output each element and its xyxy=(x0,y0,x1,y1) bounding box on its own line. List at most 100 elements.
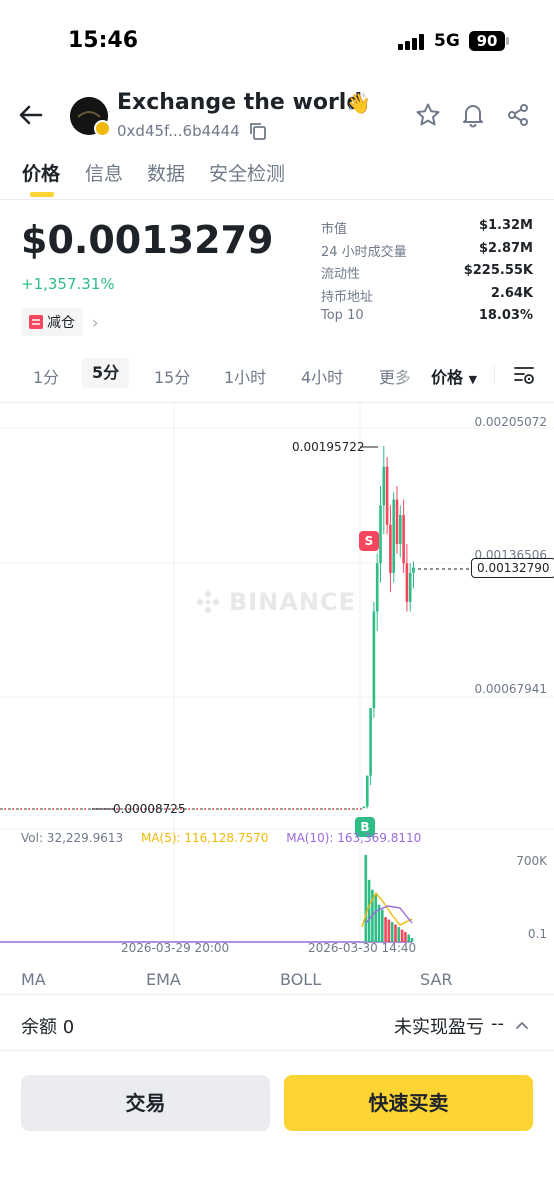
candle-body xyxy=(372,611,376,709)
volume-bar xyxy=(394,924,397,942)
ma5-value: MA(5): 116,128.7570 xyxy=(140,831,269,845)
network-type: 5G xyxy=(434,31,460,51)
candle-body xyxy=(366,775,369,807)
price-chart[interactable]: BINANCE 0.00205072 0.00136506 0.00067941… xyxy=(0,402,554,957)
stat-label: 24 小时成交量 xyxy=(321,244,407,260)
tab-price[interactable]: 价格 xyxy=(22,159,60,186)
waving-hand-icon: 👋 xyxy=(346,91,371,115)
detail-tabs: 价格 信息 数据 安全检测 xyxy=(0,150,554,200)
x-axis-label: 2026-03-30 14:40 xyxy=(308,941,417,955)
indicator-sar[interactable]: SAR xyxy=(420,970,453,989)
indicator-boll[interactable]: BOLL xyxy=(280,970,321,989)
sell-marker[interactable]: S xyxy=(359,531,379,551)
chart-settings-icon[interactable] xyxy=(512,363,536,387)
candle-body xyxy=(412,567,415,573)
stat-row-volume-24h: 24 小时成交量 $2.87M xyxy=(321,241,533,264)
alert-bell-icon[interactable] xyxy=(460,102,486,128)
active-tab-indicator xyxy=(30,192,54,197)
stat-label: Top 10 xyxy=(321,308,364,323)
candle-body xyxy=(375,563,379,612)
balance-label: 余额 0 xyxy=(21,1017,75,1038)
volume-bar xyxy=(387,919,391,942)
volume-bar xyxy=(364,855,368,942)
volume-bar xyxy=(397,927,401,942)
interval-1h[interactable]: 1小时 xyxy=(224,364,266,388)
unrealized-pnl-label: 未实现盈亏 xyxy=(394,1017,484,1038)
stat-row-liquidity: 流动性 $225.55K xyxy=(321,263,533,286)
stat-value: $2.87M xyxy=(478,240,533,256)
binance-watermark: BINANCE xyxy=(193,587,356,617)
low-price-label: 0.00008725 xyxy=(113,802,186,816)
volume-axis-label: 0.1 xyxy=(527,927,547,941)
x-axis-label: 2026-03-29 20:00 xyxy=(121,941,230,955)
volume-bar xyxy=(384,917,387,942)
candle-body xyxy=(399,515,402,544)
interval-5m[interactable]: 5分 xyxy=(82,358,130,388)
stat-value: 18.03% xyxy=(478,308,533,323)
indicator-ma[interactable]: MA xyxy=(21,970,46,989)
balance-row[interactable]: 余额 0 未实现盈亏 -- xyxy=(0,997,554,1051)
candle-body xyxy=(379,505,382,564)
tab-data[interactable]: 数据 xyxy=(147,159,185,186)
candle-body xyxy=(369,708,372,776)
copy-icon[interactable] xyxy=(248,121,268,141)
price-change: +1,357.31% xyxy=(21,275,115,293)
stat-value: 2.64K xyxy=(490,285,533,301)
candle-body xyxy=(405,563,409,602)
stat-row-market-cap: 市值 $1.32M xyxy=(321,218,533,241)
price-type-dropdown[interactable]: 价格 ▼ xyxy=(431,364,477,388)
chevron-right-icon[interactable]: › xyxy=(92,313,98,332)
volume-legend: Vol: 32,229.9613 MA(5): 116,128.7570 MA(… xyxy=(21,831,435,845)
share-icon[interactable] xyxy=(505,102,531,128)
high-price-label: 0.00195722 xyxy=(292,440,365,454)
current-price-tag: 0.00132790 xyxy=(471,558,554,578)
favorite-star-icon[interactable] xyxy=(415,102,441,128)
tab-info[interactable]: 信息 xyxy=(85,159,123,186)
back-arrow-icon[interactable] xyxy=(16,100,46,130)
stat-label: 市值 xyxy=(321,222,348,237)
divider xyxy=(494,365,495,383)
ma10-value: MA(10): 163,369.8110 xyxy=(286,831,422,845)
y-axis-label: 0.00205072 xyxy=(474,415,547,429)
volume-bar xyxy=(390,922,394,942)
stat-value: $225.55K xyxy=(463,263,533,278)
token-header: Exchange the world 👋 0xd45f...6b4444 xyxy=(0,80,554,150)
chart-canvas xyxy=(0,403,554,943)
token-name: Exchange the world xyxy=(117,90,363,115)
tab-security-check[interactable]: 安全检测 xyxy=(209,159,285,186)
reduce-position-label: 减仓 xyxy=(47,315,75,331)
caret-down-icon: ▼ xyxy=(468,373,478,386)
interval-4h[interactable]: 4小时 xyxy=(301,364,343,388)
candle-body xyxy=(402,515,405,564)
quick-trade-button[interactable]: 快速买卖 xyxy=(284,1075,533,1131)
stat-label: 持币地址 xyxy=(321,289,374,305)
volume-bar xyxy=(381,909,384,942)
reduce-position-chip[interactable]: 减仓 xyxy=(21,308,83,336)
y-axis-label: 0.00067941 xyxy=(474,682,547,696)
chain-badge-icon xyxy=(94,120,111,137)
interval-selector: 1分 5分 15分 1小时 4小时 更多 价格 ▼ xyxy=(0,355,554,395)
unrealized-pnl-value: -- xyxy=(491,1013,504,1034)
token-address: 0xd45f...6b4444 xyxy=(117,122,240,140)
binance-logo-icon xyxy=(196,590,220,614)
candles-group xyxy=(362,446,415,809)
reduce-position-icon xyxy=(29,315,43,329)
chart-grid xyxy=(0,403,554,943)
status-bar: 15:46 5G 90 xyxy=(0,0,554,80)
interval-15m[interactable]: 15分 xyxy=(154,364,190,388)
stat-row-holders: 持币地址 2.64K xyxy=(321,286,533,309)
battery-indicator: 90 xyxy=(469,31,505,51)
volume-bars-group xyxy=(361,855,414,942)
chevron-up-icon[interactable] xyxy=(514,1017,530,1033)
volume-axis-label: 700K xyxy=(516,854,547,868)
candle-body xyxy=(408,572,412,602)
volume-value: Vol: 32,229.9613 xyxy=(21,831,124,845)
indicator-ema[interactable]: EMA xyxy=(146,970,181,989)
stat-label: 流动性 xyxy=(321,267,361,282)
price-type-label: 价格 xyxy=(431,368,464,387)
candle-body xyxy=(362,806,366,809)
trade-button[interactable]: 交易 xyxy=(21,1075,270,1131)
volume-bar xyxy=(374,894,377,942)
interval-1m[interactable]: 1分 xyxy=(33,364,59,388)
watermark-text: BINANCE xyxy=(229,588,356,616)
